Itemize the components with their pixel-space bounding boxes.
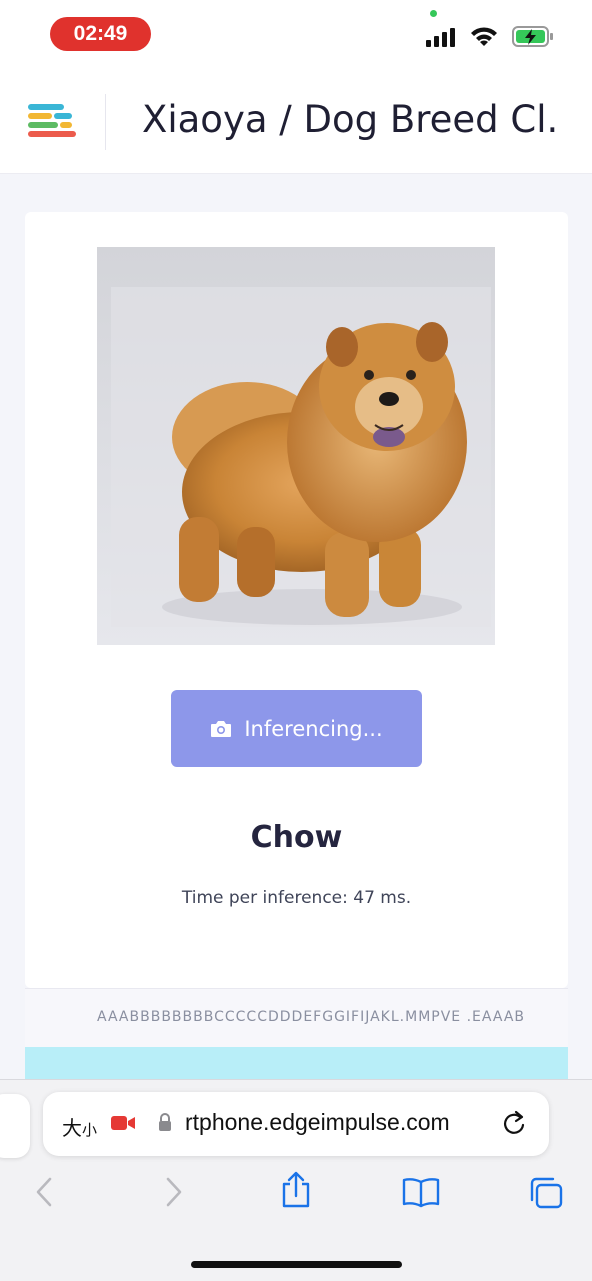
battery-charging-icon — [512, 26, 553, 47]
previous-tab-preview[interactable] — [0, 1094, 30, 1158]
project-title: Xiaoya / Dog Breed Cl... — [142, 98, 562, 141]
forward-icon[interactable] — [162, 1176, 184, 1208]
reload-icon[interactable] — [502, 1110, 528, 1138]
inference-timing: Time per inference: 47 ms. — [181, 888, 412, 908]
header-divider — [105, 94, 106, 150]
page-settings-label-big: 大 — [62, 1116, 82, 1140]
lock-icon — [159, 1113, 171, 1131]
classifier-card: Inferencing... Chow Time per inference: … — [25, 212, 568, 988]
dog-photo — [97, 247, 495, 645]
edge-impulse-logo-icon[interactable] — [26, 102, 78, 140]
browser-toolbar — [0, 1171, 592, 1222]
inferencing-button-label: Inferencing... — [244, 716, 383, 741]
classification-result: Chow — [250, 820, 343, 855]
tabs-icon[interactable] — [528, 1176, 564, 1210]
bookmarks-icon[interactable] — [402, 1176, 440, 1208]
labels-strip-text: AAABBBBBBBBCCCCCDDDEFGGIFIJAKL.MMPVE .EA… — [97, 1009, 525, 1025]
wifi-icon — [471, 27, 497, 46]
address-bar[interactable]: 大小 rtphone.edgeimpulse.com — [43, 1092, 549, 1156]
progress-bar — [25, 1047, 568, 1079]
page-settings-label-small: 小 — [82, 1121, 98, 1139]
status-bar: 02:49 — [0, 0, 592, 70]
cellular-signal-icon — [426, 28, 455, 47]
status-time: 02:49 — [50, 17, 151, 51]
back-icon[interactable] — [34, 1176, 56, 1208]
inferencing-button[interactable]: Inferencing... — [171, 690, 422, 767]
video-camera-icon[interactable] — [110, 1114, 136, 1132]
status-icons — [426, 26, 554, 47]
share-icon[interactable] — [280, 1170, 312, 1210]
home-indicator[interactable] — [191, 1261, 402, 1268]
camera-in-use-indicator — [430, 10, 437, 17]
page-settings-button[interactable]: 大小 — [62, 1112, 97, 1141]
browser-chrome: 大小 rtphone.edgeimpulse.com — [0, 1079, 592, 1281]
url-text[interactable]: rtphone.edgeimpulse.com — [185, 1109, 485, 1136]
camera-icon — [211, 720, 232, 737]
app-header: Xiaoya / Dog Breed Cl... — [0, 70, 592, 174]
labels-strip: AAABBBBBBBBCCCCCDDDEFGGIFIJAKL.MMPVE .EA… — [25, 988, 568, 1047]
